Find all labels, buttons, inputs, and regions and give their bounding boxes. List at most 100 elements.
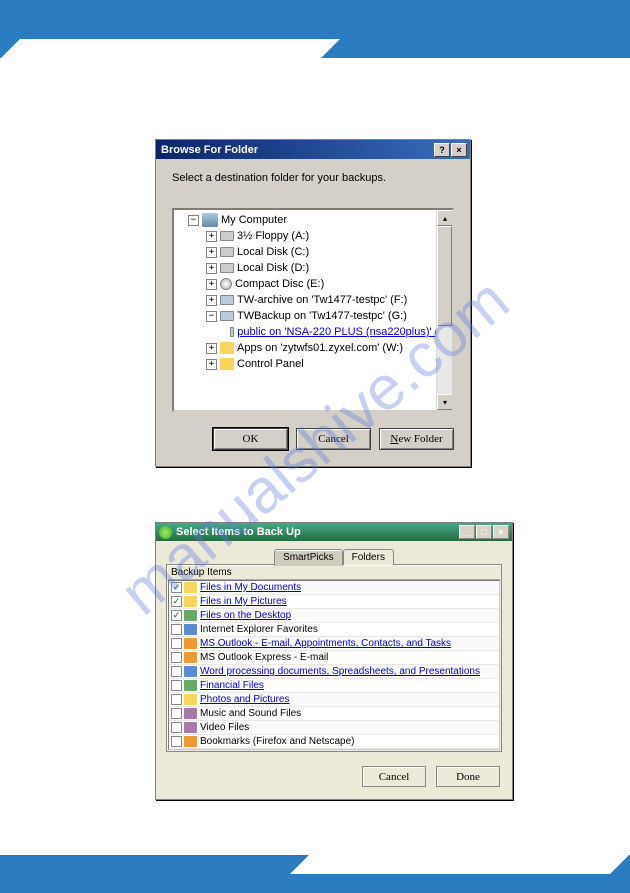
checkbox[interactable] — [171, 736, 182, 747]
disk-icon — [220, 247, 234, 257]
list-item[interactable]: MS Outlook Express - E-mail — [169, 651, 499, 665]
tree-row[interactable]: +3½ Floppy (A:) — [178, 228, 452, 244]
tree-row[interactable]: public on 'NSA-220 PLUS (nsa220plus)' (V… — [178, 324, 452, 340]
category-icon — [184, 652, 197, 663]
items-list[interactable]: Files in My Documents Files in My Picture… — [168, 580, 500, 750]
tree-row[interactable]: − My Computer — [178, 212, 452, 228]
tree-row[interactable]: + TW-archive on 'Tw1477-testpc' (F:) — [178, 292, 452, 308]
expand-icon[interactable]: + — [206, 279, 217, 290]
expand-icon[interactable]: + — [206, 263, 217, 274]
item-label: Bookmarks (Firefox and Netscape) — [200, 736, 355, 747]
disk-icon — [220, 263, 234, 273]
checkbox[interactable] — [171, 610, 182, 621]
netdrive-icon — [230, 327, 235, 337]
dialog-titlebar[interactable]: Select Items to Back Up _ □ × — [156, 523, 512, 541]
dialog-title: Select Items to Back Up — [176, 526, 458, 538]
help-button[interactable]: ? — [434, 143, 450, 157]
new-folder-button[interactable]: New Folder — [379, 428, 454, 450]
list-item[interactable]: Music and Sound Files — [169, 707, 499, 721]
folder-tree[interactable]: − My Computer +3½ Floppy (A:)+Local Disk… — [172, 208, 454, 412]
tree-label: TWBackup on 'Tw1477-testpc' (G:) — [237, 310, 407, 322]
expand-icon[interactable]: + — [206, 359, 217, 370]
ok-button[interactable]: OK — [213, 428, 288, 450]
tree-label: Compact Disc (E:) — [235, 278, 324, 290]
checkbox[interactable] — [171, 680, 182, 691]
checkbox[interactable] — [171, 708, 182, 719]
floppy-icon — [220, 231, 234, 241]
checkbox[interactable] — [171, 596, 182, 607]
done-button[interactable]: Done — [436, 766, 500, 787]
top-banner — [0, 0, 630, 58]
item-label: Financial Files — [200, 680, 264, 691]
checkbox[interactable] — [171, 624, 182, 635]
tree-label: TW-archive on 'Tw1477-testpc' (F:) — [237, 294, 407, 306]
scroll-down-icon[interactable]: ▾ — [437, 394, 453, 410]
cancel-button[interactable]: Cancel — [296, 428, 371, 450]
bottom-banner — [0, 855, 630, 893]
collapse-icon[interactable]: − — [188, 215, 199, 226]
tree-row[interactable]: + Apps on 'zytwfs01.zyxel.com' (W:) — [178, 340, 452, 356]
dialog-title: Browse For Folder — [159, 144, 434, 156]
cancel-button[interactable]: Cancel — [362, 766, 426, 787]
scroll-up-icon[interactable]: ▴ — [437, 210, 453, 226]
checkbox[interactable] — [171, 722, 182, 733]
list-item[interactable]: Files in My Documents — [169, 581, 499, 595]
tree-row[interactable]: + Compact Disc (E:) — [178, 276, 452, 292]
list-item[interactable]: Video Files — [169, 721, 499, 735]
tree-label: Local Disk (C:) — [237, 246, 309, 258]
category-icon — [184, 596, 197, 607]
item-label: MS Outlook Express - E-mail — [200, 652, 328, 663]
maximize-button[interactable]: □ — [476, 525, 492, 539]
list-item[interactable]: Financial Files — [169, 679, 499, 693]
scrollbar[interactable]: ▴ ▾ — [436, 210, 452, 410]
list-item[interactable]: Internet Explorer Favorites — [169, 623, 499, 637]
scroll-thumb[interactable] — [437, 226, 452, 326]
checkbox[interactable] — [171, 638, 182, 649]
list-item[interactable]: Photos and Pictures — [169, 693, 499, 707]
expand-icon[interactable]: − — [206, 311, 217, 322]
category-icon — [184, 708, 197, 719]
item-label: MS Outlook - E-mail, Appointments, Conta… — [200, 638, 451, 649]
category-icon — [184, 610, 197, 621]
group-header: Backup Items — [168, 566, 500, 580]
dialog-titlebar[interactable]: Browse For Folder ? × — [156, 140, 470, 159]
list-item[interactable]: Word processing documents, Spreadsheets,… — [169, 665, 499, 679]
category-icon — [184, 694, 197, 705]
computer-icon — [202, 213, 218, 227]
close-button[interactable]: × — [493, 525, 509, 539]
item-label: Internet Explorer Favorites — [200, 624, 318, 635]
tree-row[interactable]: − TWBackup on 'Tw1477-testpc' (G:) — [178, 308, 452, 324]
expand-icon[interactable]: + — [206, 231, 217, 242]
tab-smartpicks[interactable]: SmartPicks — [274, 549, 343, 566]
list-item[interactable]: Files in My Pictures — [169, 595, 499, 609]
checkbox[interactable] — [171, 666, 182, 677]
category-icon — [184, 624, 197, 635]
expand-icon[interactable]: + — [206, 295, 217, 306]
item-label: Video Files — [200, 722, 249, 733]
expand-icon[interactable]: + — [206, 343, 217, 354]
category-icon — [184, 736, 197, 747]
item-label: Files in My Documents — [200, 582, 301, 593]
list-item[interactable]: Files on the Desktop — [169, 609, 499, 623]
item-label: Files in My Pictures — [200, 596, 287, 607]
tree-row[interactable]: + Local Disk (D:) — [178, 260, 452, 276]
expand-icon[interactable]: + — [206, 247, 217, 258]
tree-row[interactable]: + Local Disk (C:) — [178, 244, 452, 260]
checkbox[interactable] — [171, 582, 182, 593]
list-item[interactable]: MS Outlook - E-mail, Appointments, Conta… — [169, 637, 499, 651]
instruction-text: Select a destination folder for your bac… — [172, 172, 454, 184]
tree-label: Apps on 'zytwfs01.zyxel.com' (W:) — [237, 342, 403, 354]
minimize-button[interactable]: _ — [459, 525, 475, 539]
checkbox[interactable] — [171, 652, 182, 663]
tree-row[interactable]: +Control Panel — [178, 356, 452, 372]
tree-label: Local Disk (D:) — [237, 262, 309, 274]
category-icon — [184, 582, 197, 593]
tab-folders[interactable]: Folders — [343, 549, 394, 565]
item-label: Photos and Pictures — [200, 694, 290, 705]
category-icon — [184, 722, 197, 733]
list-item[interactable]: Bookmarks (Firefox and Netscape) — [169, 735, 499, 749]
netdrive-icon — [220, 295, 234, 305]
item-label: Files on the Desktop — [200, 610, 291, 621]
close-button[interactable]: × — [451, 143, 467, 157]
checkbox[interactable] — [171, 694, 182, 705]
